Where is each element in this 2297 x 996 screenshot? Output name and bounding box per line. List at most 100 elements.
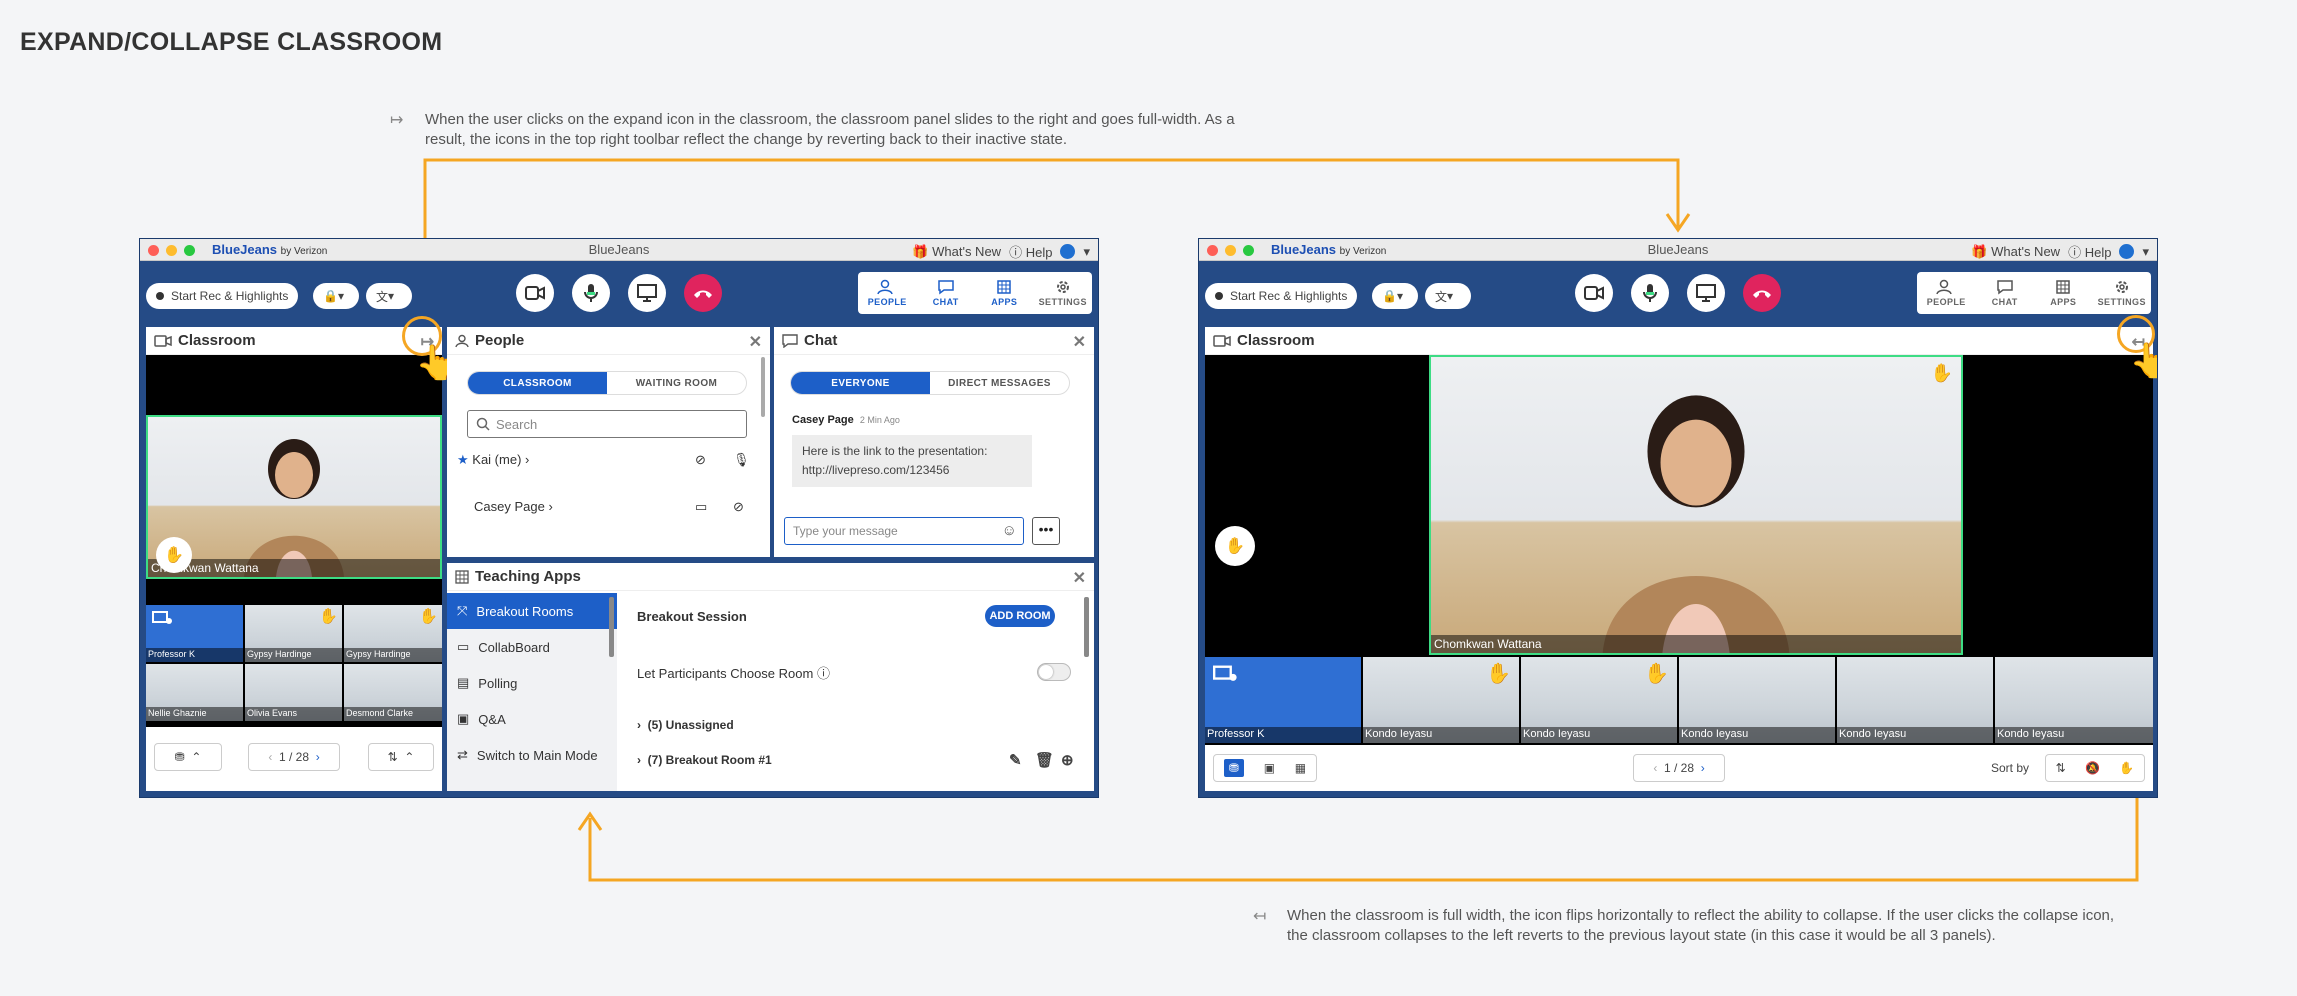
help-link[interactable]: ⓘ Help xyxy=(2068,242,2111,261)
help-link[interactable]: ⓘ Help xyxy=(1009,242,1052,261)
menu-breakout-rooms[interactable]: ⤧ Breakout Rooms xyxy=(447,593,617,629)
nav-chat[interactable]: CHAT xyxy=(917,272,976,314)
raise-hand-icon: ✋ xyxy=(1225,538,1245,555)
avatar[interactable] xyxy=(2119,244,2135,259)
close-people-button[interactable]: ✕ xyxy=(749,332,762,352)
camera-button[interactable] xyxy=(516,274,554,312)
mic-off-icon[interactable]: ⊘ xyxy=(733,499,744,515)
scrollbar[interactable] xyxy=(1084,597,1089,657)
menu-switch-main-mode[interactable]: ⇄ Switch to Main Mode xyxy=(447,737,617,773)
classroom-header: Classroom ↦ xyxy=(146,327,442,355)
close-chat-button[interactable]: ✕ xyxy=(1073,332,1086,352)
record-icon xyxy=(1215,292,1223,300)
menu-collabboard[interactable]: ▭ CollabBoard xyxy=(447,629,617,665)
share-screen-button[interactable] xyxy=(628,274,666,312)
trash-icon[interactable]: 🗑 xyxy=(1035,751,1054,769)
classroom-bottom-bar: ⛃ ⌃ ‹ 1 / 28 › ⇅ ⌃ xyxy=(146,727,442,791)
sort-options: ⇅ 🔕 ✋ xyxy=(2045,754,2145,782)
layout-switcher: ⛃ ▣ ▦ xyxy=(1213,754,1317,782)
nav-chat[interactable]: CHAT xyxy=(1976,272,2035,314)
people-row[interactable]: Casey Page › ▭ ⊘ xyxy=(474,499,757,521)
tile-participant: ✋ Gypsy Hardinge xyxy=(245,605,342,662)
scrollbar[interactable] xyxy=(761,357,765,417)
gift-icon: 🎁 xyxy=(1971,243,1988,259)
info-icon: ⓘ xyxy=(816,666,830,681)
menu-polling[interactable]: ▤ Polling xyxy=(447,665,617,701)
raise-hand-button[interactable]: ✋ xyxy=(156,537,192,573)
nav-apps[interactable]: APPS xyxy=(975,272,1034,314)
sort-select[interactable]: ⇅ ⌃ xyxy=(368,743,434,771)
mic-icon xyxy=(584,284,598,302)
mic-button[interactable] xyxy=(572,274,610,312)
mute-sort-icon[interactable]: 🔕 xyxy=(2085,761,2100,775)
whats-new-link[interactable]: 🎁 What's New xyxy=(1971,244,2060,260)
person-icon xyxy=(455,334,469,347)
chat-header: Chat ✕ xyxy=(774,327,1094,355)
message-input[interactable]: Type your message ☺ xyxy=(784,517,1024,545)
emoji-icon[interactable]: ☺ xyxy=(1002,522,1017,539)
sort-az-icon: ⇅ xyxy=(387,750,398,764)
close-apps-button[interactable]: ✕ xyxy=(1073,568,1086,588)
start-rec-button[interactable]: Start Rec & Highlights xyxy=(1205,283,1358,309)
camera-off-icon[interactable]: ⊘ xyxy=(695,452,706,468)
nav-settings[interactable]: SETTINGS xyxy=(1034,272,1093,314)
whats-new-link[interactable]: 🎁 What's New xyxy=(912,244,1001,260)
apps-icon xyxy=(997,280,1011,294)
nav-apps[interactable]: APPS xyxy=(2034,272,2093,314)
tile-presenter: Professor K xyxy=(146,605,243,662)
menu-qa[interactable]: ▣ Q&A xyxy=(447,701,617,737)
share-screen-button[interactable] xyxy=(1687,274,1725,312)
nav-settings[interactable]: SETTINGS xyxy=(2093,272,2152,314)
start-rec-button[interactable]: Start Rec & Highlights xyxy=(146,283,299,309)
search-input[interactable]: Search xyxy=(467,410,747,438)
apps-icon xyxy=(455,569,469,584)
add-user-icon[interactable]: ⊕ xyxy=(1061,751,1074,769)
translate-button[interactable]: 文 ▾ xyxy=(1425,283,1471,309)
end-call-button[interactable] xyxy=(1743,274,1781,312)
classroom-header: Classroom ↤ xyxy=(1205,327,2153,355)
session-title: Breakout Session xyxy=(637,609,747,624)
chevron-down-icon: ▾ xyxy=(2142,243,2149,259)
raise-hand-button[interactable]: ✋ xyxy=(1215,526,1255,566)
tab-direct-messages[interactable]: DIRECT MESSAGES xyxy=(930,372,1069,394)
scrollbar[interactable] xyxy=(609,597,614,657)
raised-hand-icon: ✋ xyxy=(319,608,338,625)
tab-classroom[interactable]: CLASSROOM xyxy=(468,372,607,394)
pager[interactable]: ‹ 1 / 28 › xyxy=(1633,754,1725,782)
let-choose-toggle[interactable] xyxy=(1037,663,1071,681)
title-bar: BlueJeans by Verizon BlueJeans 🎁 What's … xyxy=(1199,239,2157,261)
tab-waiting-room[interactable]: WAITING ROOM xyxy=(607,372,746,394)
side-nav: PEOPLE CHAT APPS SETTINGS xyxy=(858,272,1092,314)
group-row[interactable]: › (5) Unassigned xyxy=(637,718,734,732)
hand-sort-icon[interactable]: ✋ xyxy=(2119,761,2134,775)
classroom-bottom-bar: ⛃ ▣ ▦ ‹ 1 / 28 › Sort by ⇅ 🔕 ✋ xyxy=(1205,745,2153,791)
mic-icon[interactable]: 🎙 xyxy=(733,452,750,468)
sort-az-icon[interactable]: ⇅ xyxy=(2056,761,2066,775)
lock-button[interactable]: 🔒 ▾ xyxy=(313,283,359,309)
collapse-icon: ↤ xyxy=(1253,908,1267,925)
presenter-layout-icon[interactable]: ⛃ xyxy=(1223,759,1244,777)
grid-layout-icon[interactable]: ▦ xyxy=(1295,761,1306,775)
speaker-layout-icon[interactable]: ▣ xyxy=(1264,761,1275,775)
mic-button[interactable] xyxy=(1631,274,1669,312)
add-room-button[interactable]: ADD ROOM xyxy=(985,605,1055,627)
group-row[interactable]: › (7) Breakout Room #1 ✎ 🗑 ⊕ xyxy=(637,751,1077,769)
edit-icon[interactable]: ✎ xyxy=(1009,751,1022,769)
people-row[interactable]: ★ Kai (me) › ⊘ 🎙 xyxy=(457,452,757,474)
page-title: EXPAND/COLLAPSE CLASSROOM xyxy=(20,28,443,56)
layout-select[interactable]: ⛃ ⌃ xyxy=(154,743,222,771)
side-nav: PEOPLE CHAT APPS SETTINGS xyxy=(1917,272,2151,314)
avatar[interactable] xyxy=(1060,244,1076,259)
nav-people[interactable]: PEOPLE xyxy=(858,272,917,314)
camera-icon[interactable]: ▭ xyxy=(695,499,707,515)
tab-everyone[interactable]: EVERYONE xyxy=(791,372,930,394)
nav-people[interactable]: PEOPLE xyxy=(1917,272,1976,314)
raised-hand-icon: ✋ xyxy=(1930,363,1953,383)
camera-button[interactable] xyxy=(1575,274,1613,312)
lock-button[interactable]: 🔒 ▾ xyxy=(1372,283,1418,309)
end-call-button[interactable] xyxy=(684,274,722,312)
translate-button[interactable]: 文 ▾ xyxy=(366,283,412,309)
pager[interactable]: ‹ 1 / 28 › xyxy=(248,743,340,771)
switch-icon: ⇄ xyxy=(457,747,468,762)
more-options-button[interactable]: ••• xyxy=(1032,517,1060,545)
